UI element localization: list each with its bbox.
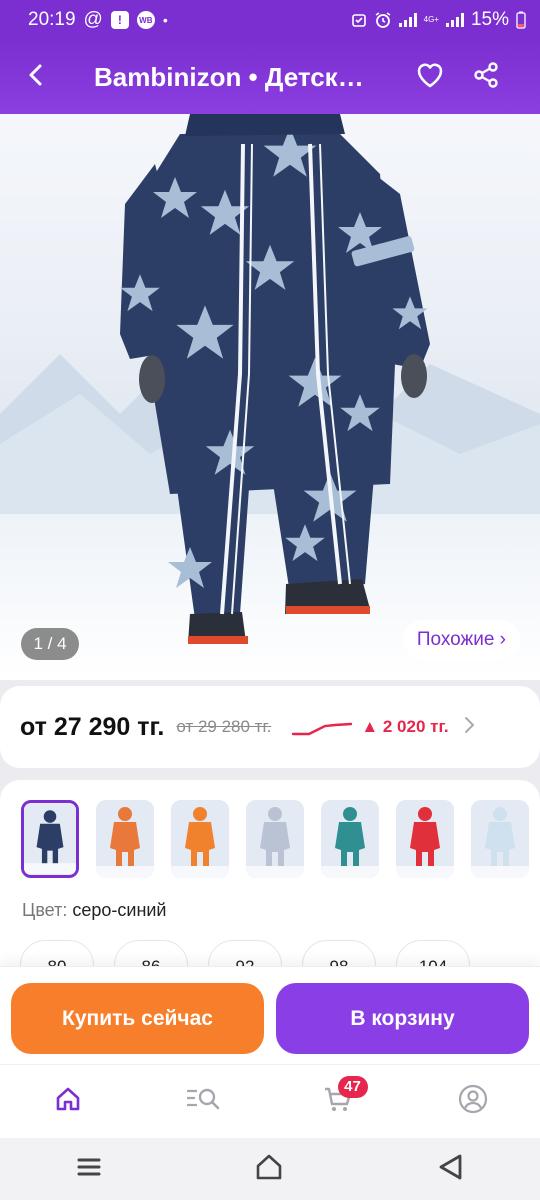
similar-button[interactable]: Похожие ›	[402, 620, 520, 660]
buy-now-button[interactable]: Купить сейчас	[11, 983, 264, 1054]
image-counter: 1 / 4	[21, 628, 79, 660]
kid-figure-icon	[24, 804, 76, 874]
back-button[interactable]	[0, 40, 72, 114]
home-icon	[54, 1085, 82, 1118]
home-outline-icon[interactable]	[254, 1152, 284, 1187]
battery-icon	[516, 11, 526, 29]
status-bar: 20:19 @ ! WB • 4G+ 15%	[0, 0, 540, 40]
back-arrow-icon	[24, 63, 48, 92]
color-key: Цвет:	[22, 900, 68, 920]
cart-badge: 47	[337, 1075, 368, 1098]
chevron-right-icon	[463, 716, 475, 739]
catalog-search-icon	[185, 1085, 221, 1118]
nav-profile[interactable]	[443, 1072, 503, 1132]
share-button[interactable]	[458, 40, 514, 114]
variants-section: Цвет: серо-синий 80869298104	[0, 780, 540, 990]
recycle-icon	[351, 12, 367, 28]
product-gallery[interactable]: 1 / 4 Похожие ›	[0, 114, 540, 680]
price-delta: ▲ 2 020 тг.	[361, 717, 449, 736]
color-thumbnail[interactable]	[471, 800, 529, 878]
product-photo	[0, 114, 540, 680]
back-triangle-icon[interactable]	[436, 1152, 464, 1187]
kid-figure-icon	[396, 800, 454, 878]
bottom-navigation: 47	[0, 1064, 540, 1138]
network-type: 4G+	[423, 15, 439, 24]
nav-home[interactable]	[38, 1072, 98, 1132]
color-thumbnail[interactable]	[171, 800, 229, 878]
color-label: Цвет: серо-синий	[22, 900, 167, 921]
color-thumbnail[interactable]	[396, 800, 454, 878]
nav-cart[interactable]: 47	[308, 1072, 368, 1132]
add-to-cart-button[interactable]: В корзину	[276, 983, 529, 1054]
price-old: от 29 280 тг.	[176, 717, 272, 736]
battery-percent: 15%	[470, 9, 509, 30]
nav-catalog[interactable]	[173, 1072, 233, 1132]
status-time: 20:19	[28, 9, 76, 30]
color-value: серо-синий	[72, 900, 167, 920]
color-thumbnail[interactable]	[21, 800, 79, 878]
at-icon: @	[83, 9, 103, 30]
alert-icon: !	[110, 11, 129, 29]
signal-icon-2	[445, 13, 464, 27]
heart-icon	[415, 61, 445, 94]
system-navigation	[0, 1138, 540, 1200]
kid-figure-icon	[321, 800, 379, 878]
color-thumbnail[interactable]	[246, 800, 304, 878]
recents-icon[interactable]	[76, 1156, 102, 1183]
favorite-button[interactable]	[402, 40, 458, 114]
app-bar: Bambinizon • Детск…	[0, 40, 540, 114]
color-thumbnail[interactable]	[96, 800, 154, 878]
color-thumbnails	[21, 800, 529, 878]
kid-figure-icon	[471, 800, 529, 878]
purchase-bar: Купить сейчас В корзину	[0, 966, 540, 1064]
price-current: от 27 290 тг.	[20, 712, 165, 741]
alarm-icon	[374, 11, 392, 29]
color-thumbnail[interactable]	[321, 800, 379, 878]
signal-icon	[398, 13, 417, 27]
kid-figure-icon	[96, 800, 154, 878]
dot-icon: •	[162, 12, 168, 28]
profile-icon	[458, 1084, 488, 1119]
kid-figure-icon	[246, 800, 304, 878]
kid-figure-icon	[171, 800, 229, 878]
price-trend-chart	[292, 722, 353, 736]
share-icon	[472, 61, 500, 94]
price-card[interactable]: от 27 290 тг. от 29 280 тг. ▲ 2 020 тг.	[0, 686, 540, 768]
wb-icon: WB	[136, 11, 155, 29]
page-title: Bambinizon • Детск…	[94, 61, 364, 92]
